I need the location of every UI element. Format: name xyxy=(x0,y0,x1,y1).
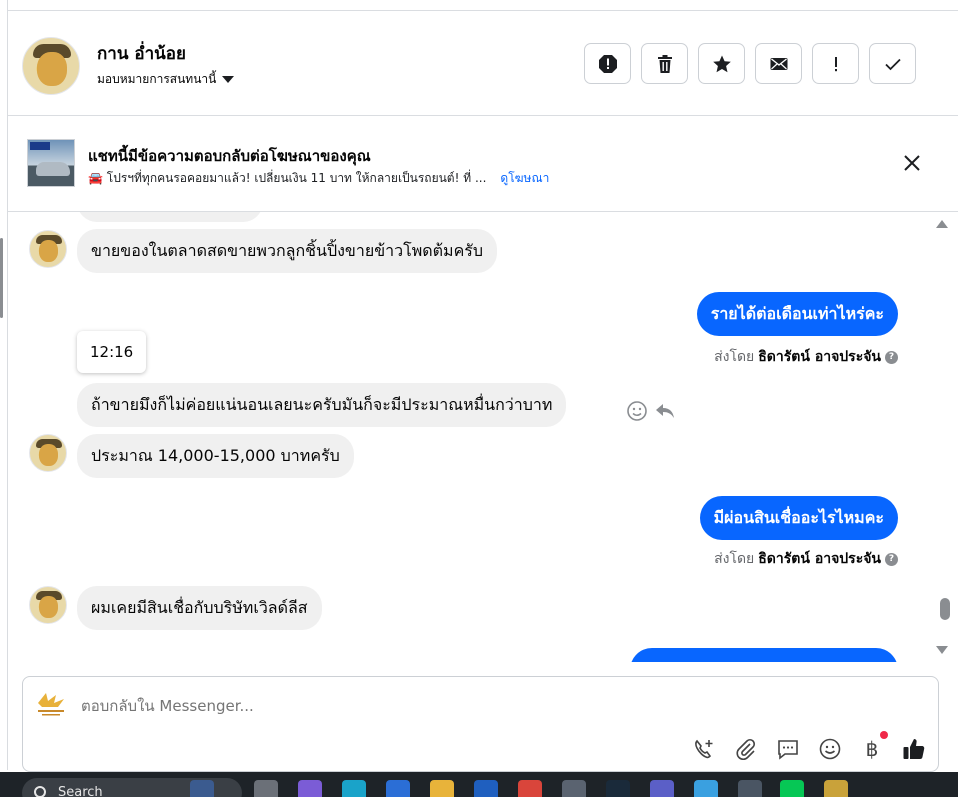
taskbar-teams-icon[interactable] xyxy=(650,780,674,797)
header-actions xyxy=(584,43,916,84)
call-add-icon xyxy=(695,739,713,759)
message-time-tooltip: 12:16 xyxy=(77,331,147,373)
emoji-button[interactable] xyxy=(818,737,842,761)
contact-avatar-small[interactable] xyxy=(29,434,67,472)
contact-avatar[interactable] xyxy=(22,37,80,95)
saved-reply-icon xyxy=(778,740,798,760)
follow-up-button[interactable] xyxy=(812,43,859,84)
taskbar-line-icon[interactable] xyxy=(780,780,804,797)
sent-by-prefix: ส่งโดย xyxy=(714,551,755,567)
sent-by-label: ส่งโดย ธิดารัตน์ อาจประจัน ? xyxy=(714,548,898,570)
avatar-face xyxy=(39,240,58,262)
message-bubble-incoming[interactable]: ประมาณ 14,000-15,000 บาทครับ xyxy=(77,434,354,478)
ad-thumbnail-tag xyxy=(30,142,50,150)
like-icon xyxy=(903,739,925,759)
view-ad-link[interactable]: ดูโฆษณา xyxy=(500,169,549,188)
taskbar-taskview-icon[interactable] xyxy=(254,780,278,797)
sent-by-label: ส่งโดย ธิดารัตน์ อาจประจัน ? xyxy=(714,346,898,368)
left-scrollbar[interactable] xyxy=(0,0,8,770)
assign-conversation-dropdown[interactable]: มอบหมายการสนทนานี้ xyxy=(97,70,235,89)
attachment-icon xyxy=(736,738,756,760)
taskbar-store-icon[interactable] xyxy=(386,780,410,797)
call-add-button[interactable] xyxy=(692,737,716,761)
message-bubble-partial[interactable] xyxy=(77,212,263,222)
star-icon xyxy=(712,55,731,72)
caret-down-icon xyxy=(222,76,235,83)
payment-icon: ฿ xyxy=(865,737,879,761)
composer-toolbar: ฿ xyxy=(692,731,926,761)
taskbar-app-icon[interactable] xyxy=(606,780,630,797)
contact-avatar-small[interactable] xyxy=(29,586,67,624)
taskbar-edge-icon[interactable] xyxy=(342,780,366,797)
avatar-face xyxy=(39,444,58,466)
left-scroll-thumb[interactable] xyxy=(0,238,3,318)
scroll-down-arrow-icon[interactable] xyxy=(936,646,948,654)
page-logo-icon xyxy=(38,693,64,716)
avatar-face xyxy=(39,596,58,618)
mark-unread-button[interactable] xyxy=(755,43,802,84)
message-thread[interactable]: ขายของในตลาดสดขายพวกลูกชิ้นปิ้งขายข้าวโพ… xyxy=(8,212,933,662)
car-image-icon xyxy=(36,162,70,176)
help-icon[interactable]: ? xyxy=(885,350,898,364)
ad-thumbnail[interactable] xyxy=(27,139,75,187)
sent-by-prefix: ส่งโดย xyxy=(714,349,755,365)
ad-reply-banner: แชทนี้มีข้อความตอบกลับต่อโฆษณาของคุณ 🚘 โ… xyxy=(8,117,958,212)
attach-file-button[interactable] xyxy=(734,737,758,761)
scroll-up-arrow-icon[interactable] xyxy=(936,220,948,228)
os-taskbar: Search xyxy=(0,772,958,797)
message-hover-actions xyxy=(626,400,676,422)
contact-avatar-small[interactable] xyxy=(29,230,67,268)
message-bubble-incoming[interactable]: ผมเคยมีสินเชื่อกับบริษัทเวิลด์ลีส xyxy=(77,586,322,630)
ad-banner-subtitle-row: 🚘 โปรฯที่ทุกคนรอคอยมาแล้ว! เปลี่ยนเงิน 1… xyxy=(88,169,549,188)
taskbar-explorer-icon[interactable] xyxy=(430,780,454,797)
saved-reply-button[interactable] xyxy=(776,737,800,761)
mark-done-button[interactable] xyxy=(869,43,916,84)
notification-dot xyxy=(880,731,888,739)
react-emoji-icon[interactable] xyxy=(626,400,648,422)
message-input[interactable] xyxy=(81,697,781,715)
contact-name[interactable]: กาน อ่ำน้อย xyxy=(97,40,186,67)
message-bubble-incoming[interactable]: ถ้าขายมึงก็ไม่ค่อยแน่นอนเลยนะครับมันก็จะ… xyxy=(77,383,567,427)
taskbar-app-icon[interactable] xyxy=(474,780,498,797)
exclamation-icon xyxy=(834,56,837,71)
message-bubble-outgoing[interactable]: รายได้ต่อเดือนเท่าไหร่คะ xyxy=(696,292,898,336)
taskbar-copilot-icon[interactable] xyxy=(298,780,322,797)
taskbar-chrome-icon[interactable] xyxy=(518,780,542,797)
envelope-icon xyxy=(770,57,787,70)
emoji-icon xyxy=(819,738,841,760)
sent-by-name: ธิดารัตน์ อาจประจัน xyxy=(758,551,881,567)
alert-octagon-icon xyxy=(598,54,617,73)
help-icon[interactable]: ? xyxy=(885,552,898,566)
spam-button[interactable] xyxy=(584,43,631,84)
message-bubble-outgoing[interactable]: มีผ่อนสินเชื่ออะไรไหมคะ xyxy=(699,496,898,540)
reply-icon[interactable] xyxy=(654,400,676,422)
avatar-face xyxy=(37,52,67,86)
taskbar-camera-icon[interactable] xyxy=(562,780,586,797)
ad-banner-subtitle: 🚘 โปรฯที่ทุกคนรอคอยมาแล้ว! เปลี่ยนเงิน 1… xyxy=(88,171,487,185)
like-button[interactable] xyxy=(902,737,926,761)
taskbar-calculator-icon[interactable] xyxy=(738,780,762,797)
payment-button[interactable]: ฿ xyxy=(860,731,888,761)
delete-button[interactable] xyxy=(641,43,688,84)
message-bubble-incoming[interactable]: ขายของในตลาดสดขายพวกลูกชิ้นปิ้งขายข้าวโพ… xyxy=(77,229,498,273)
trash-icon xyxy=(657,54,672,73)
taskbar-notepad-icon[interactable] xyxy=(694,780,718,797)
taskbar-widget-icon[interactable] xyxy=(190,780,214,797)
check-icon xyxy=(884,58,901,70)
star-button[interactable] xyxy=(698,43,745,84)
taskbar-chrome-profile-icon[interactable] xyxy=(824,780,848,797)
search-icon xyxy=(34,786,46,797)
reply-composer: ฿ xyxy=(22,676,939,772)
inbox-chat-window: กาน อ่ำน้อย มอบหมายการสนทนานี้ แชทนี้มีข… xyxy=(0,0,958,797)
thread-scroll-thumb[interactable] xyxy=(940,598,950,620)
message-bubble-outgoing-partial[interactable] xyxy=(630,648,898,662)
ad-banner-title: แชทนี้มีข้อความตอบกลับต่อโฆษณาของคุณ xyxy=(88,147,371,165)
assign-label: มอบหมายการสนทนานี้ xyxy=(97,72,217,86)
conversation-header: กาน อ่ำน้อย มอบหมายการสนทนานี้ xyxy=(8,11,958,116)
close-icon[interactable] xyxy=(902,153,922,173)
sent-by-name: ธิดารัตน์ อาจประจัน xyxy=(758,349,881,365)
